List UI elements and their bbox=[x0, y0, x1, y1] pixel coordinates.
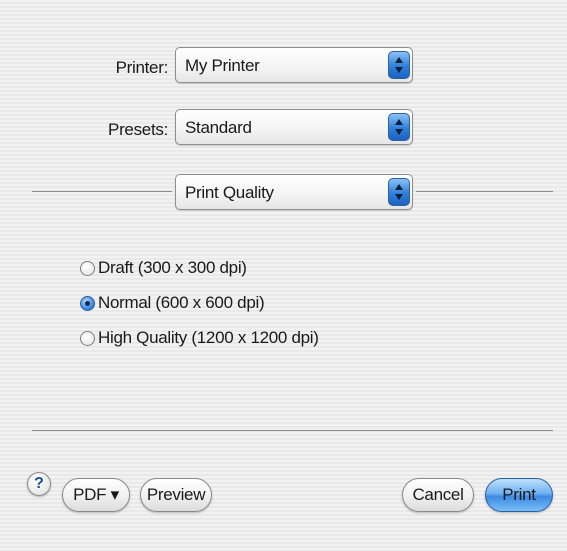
help-icon[interactable]: ? bbox=[27, 472, 51, 496]
radio-button[interactable] bbox=[80, 295, 95, 311]
radio-option-draft[interactable]: Draft (300 x 300 dpi) bbox=[80, 255, 247, 281]
separator-line bbox=[32, 191, 172, 192]
printer-popup[interactable]: My Printer bbox=[175, 47, 413, 83]
cancel-button[interactable]: Cancel bbox=[402, 478, 474, 512]
presets-popup-value: Standard bbox=[185, 118, 252, 137]
footer-separator bbox=[32, 430, 553, 431]
printer-label: Printer: bbox=[115, 58, 169, 77]
print-button-label: Print bbox=[502, 485, 536, 504]
printer-popup-value: My Printer bbox=[185, 56, 260, 75]
pdf-button[interactable]: PDF ▾ bbox=[62, 478, 130, 512]
panel-selector-value: Print Quality bbox=[185, 183, 274, 202]
up-down-arrows-icon bbox=[388, 178, 410, 206]
radio-button[interactable] bbox=[80, 260, 95, 276]
cancel-button-label: Cancel bbox=[412, 485, 464, 504]
radio-option-high-quality[interactable]: High Quality (1200 x 1200 dpi) bbox=[80, 325, 319, 351]
radio-label: Draft (300 x 300 dpi) bbox=[98, 258, 247, 277]
preview-button[interactable]: Preview bbox=[140, 478, 212, 512]
pdf-button-label: PDF ▾ bbox=[73, 485, 119, 504]
help-label: ? bbox=[34, 475, 44, 492]
print-button[interactable]: Print bbox=[485, 478, 553, 512]
radio-button[interactable] bbox=[80, 330, 95, 346]
up-down-arrows-icon bbox=[388, 113, 410, 141]
panel-selector-popup[interactable]: Print Quality bbox=[175, 174, 413, 210]
presets-popup[interactable]: Standard bbox=[175, 109, 413, 145]
preview-button-label: Preview bbox=[146, 485, 206, 504]
up-down-arrows-icon bbox=[388, 51, 410, 79]
separator-line bbox=[416, 191, 553, 192]
presets-label: Presets: bbox=[108, 120, 168, 139]
radio-label: High Quality (1200 x 1200 dpi) bbox=[98, 328, 319, 347]
radio-option-normal[interactable]: Normal (600 x 600 dpi) bbox=[80, 290, 265, 316]
radio-label: Normal (600 x 600 dpi) bbox=[98, 293, 265, 312]
print-dialog: Printer: My Printer Presets: Standard Pr… bbox=[0, 0, 567, 551]
